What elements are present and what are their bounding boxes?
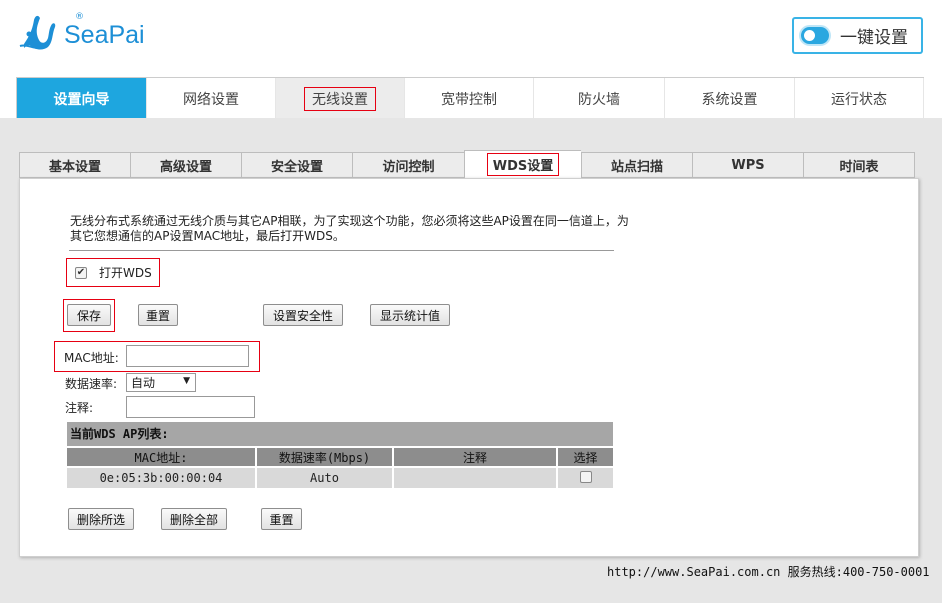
col-mac: MAC地址: [67, 448, 257, 466]
ap-list-title: 当前WDS AP列表: [67, 422, 613, 446]
main-tab-system[interactable]: 系统设置 [665, 78, 795, 119]
sub-tab-advanced[interactable]: 高级设置 [130, 152, 241, 178]
registered-mark: ® [75, 12, 84, 22]
comment-input[interactable] [126, 396, 255, 418]
main-tab-firewall[interactable]: 防火墙 [534, 78, 665, 119]
delete-all-button[interactable]: 删除全部 [161, 508, 227, 530]
sub-tab-site-survey[interactable]: 站点扫描 [581, 152, 692, 178]
divider [69, 250, 614, 251]
sub-tab-schedule[interactable]: 时间表 [803, 152, 915, 178]
mac-label: MAC地址: [64, 351, 119, 365]
main-tab-wireless[interactable]: 无线设置 [276, 78, 405, 119]
main-tab-setup-wizard[interactable]: 设置向导 [17, 78, 147, 119]
col-comment: 注释 [394, 448, 558, 466]
delete-selected-button[interactable]: 删除所选 [68, 508, 134, 530]
row-mac: 0e:05:3b:00:00:04 [67, 468, 257, 488]
sub-nav: 基本设置 高级设置 安全设置 访问控制 WDS设置 站点扫描 WPS 时间表 [19, 150, 915, 178]
row-select-cell [558, 468, 613, 488]
wds-enable-checkbox[interactable]: ✔ [75, 266, 87, 279]
main-tab-network[interactable]: 网络设置 [147, 78, 276, 119]
sub-tab-wps[interactable]: WPS [692, 152, 803, 178]
quick-setup-button[interactable]: 一键设置 [792, 17, 923, 54]
sub-tab-wds[interactable]: WDS设置 [464, 150, 581, 178]
reset-button[interactable]: 重置 [138, 304, 178, 326]
header: SeaPai ® 一键设置 设置向导 网络设置 无线设置 宽带控制 防火墙 系统… [0, 0, 942, 119]
col-rate: 数据速率(Mbps) [257, 448, 394, 466]
sub-tab-access-control[interactable]: 访问控制 [352, 152, 464, 178]
wds-settings-panel: 无线分布式系统通过无线介质与其它AP相联，为了实现这个功能，您必须将这些AP设置… [19, 178, 919, 557]
chevron-down-icon: ▼ [183, 376, 190, 386]
brand-name: SeaPai [64, 21, 145, 49]
toggle-icon [799, 25, 831, 46]
rate-select[interactable]: 自动 ▼ [126, 373, 196, 392]
rate-label: 数据速率: [65, 377, 118, 391]
sub-tab-security[interactable]: 安全设置 [241, 152, 352, 178]
ap-list-table: MAC地址: 数据速率(Mbps) 注释 选择 0e:05:3b:00:00:0… [67, 446, 613, 490]
brand-logo[interactable]: SeaPai ® [18, 10, 145, 52]
wds-description: 无线分布式系统通过无线介质与其它AP相联，为了实现这个功能，您必须将这些AP设置… [70, 214, 629, 243]
rate-select-value: 自动 [131, 376, 156, 390]
col-select: 选择 [558, 448, 613, 466]
main-nav: 设置向导 网络设置 无线设置 宽带控制 防火墙 系统设置 运行状态 [16, 77, 924, 119]
list-reset-button[interactable]: 重置 [261, 508, 302, 530]
main-tab-bandwidth[interactable]: 宽带控制 [405, 78, 534, 119]
comment-label: 注释: [65, 401, 94, 415]
save-button[interactable]: 保存 [67, 304, 111, 326]
mac-address-input[interactable] [126, 345, 249, 367]
show-stats-button[interactable]: 显示统计值 [370, 304, 450, 326]
sub-tab-basic[interactable]: 基本设置 [19, 152, 130, 178]
main-tab-status[interactable]: 运行状态 [795, 78, 924, 119]
row-rate: Auto [257, 468, 394, 488]
row-comment [394, 468, 558, 488]
table-row: 0e:05:3b:00:00:04 Auto [67, 468, 613, 488]
wds-enable-label: 打开WDS [99, 266, 152, 280]
seapai-logo-icon [18, 10, 62, 52]
quick-setup-label: 一键设置 [840, 28, 908, 48]
row-select-checkbox[interactable] [579, 470, 592, 483]
footer-contact: http://www.SeaPai.com.cn 服务热线:400-750-00… [607, 565, 930, 579]
set-security-button[interactable]: 设置安全性 [263, 304, 343, 326]
wds-enable-row: ✔ 打开WDS [66, 258, 160, 287]
